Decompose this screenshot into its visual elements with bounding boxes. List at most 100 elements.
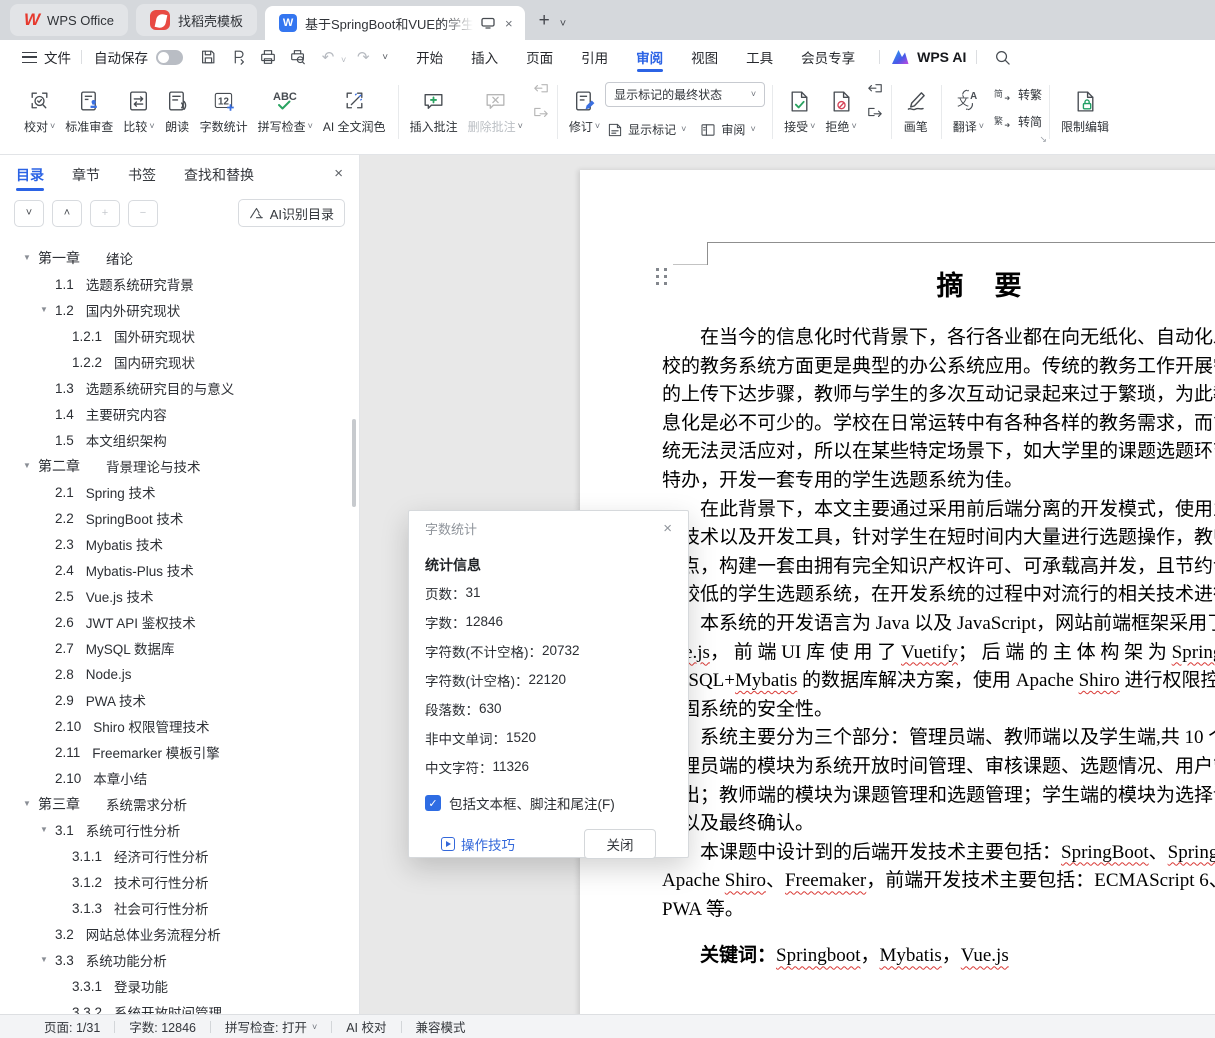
brush-button[interactable]: 画笔 xyxy=(898,80,934,137)
wps-ai-menu[interactable]: WPS AI xyxy=(890,49,966,65)
autosave-toggle[interactable] xyxy=(156,50,183,65)
sidebar-tab-目录[interactable]: 目录 xyxy=(16,155,44,195)
include-footnotes-row[interactable]: ✓ 包括文本框、脚注和尾注(F) xyxy=(425,793,672,813)
standard-review-button[interactable]: 标准审查 xyxy=(60,80,118,137)
reject-button[interactable]: 拒绝˅ xyxy=(820,80,861,137)
menu-tab-引用[interactable]: 引用 xyxy=(567,40,622,74)
new-tab-button[interactable]: + xyxy=(539,10,550,32)
sidebar-tab-查找和替换[interactable]: 查找和替换 xyxy=(184,155,254,195)
outline-item[interactable]: 2.4Mybatis-Plus 技术 xyxy=(0,557,359,583)
outline-item[interactable]: 2.5Vue.js 技术 xyxy=(0,583,359,609)
outline-item[interactable]: ▼3.3系统功能分析 xyxy=(0,947,359,973)
outline-item[interactable]: 2.3Mybatis 技术 xyxy=(0,531,359,557)
expand-triangle-icon[interactable]: ▼ xyxy=(23,799,31,808)
next-change-button[interactable] xyxy=(866,104,884,120)
outline-item[interactable]: 3.3.2系统开放时间管理 xyxy=(0,999,359,1014)
dialog-close-icon[interactable]: × xyxy=(663,520,672,537)
review-pane-button[interactable]: 审阅˅ xyxy=(700,121,755,138)
outline-item[interactable]: 2.2SpringBoot 技术 xyxy=(0,505,359,531)
checkbox-checked-icon[interactable]: ✓ xyxy=(425,795,441,811)
outline-item[interactable]: 2.1Spring 技术 xyxy=(0,479,359,505)
menu-tab-审阅[interactable]: 审阅 xyxy=(622,40,677,74)
track-changes-button[interactable]: 修订˅ xyxy=(564,80,605,137)
file-menu[interactable]: 文件 xyxy=(44,47,71,67)
previous-change-button[interactable] xyxy=(866,82,884,98)
translate-button[interactable]: 文A 翻译˅ xyxy=(948,80,989,137)
expand-all-button[interactable]: ˄ xyxy=(52,200,82,227)
sidebar-tab-章节[interactable]: 章节 xyxy=(72,155,100,195)
insert-comment-button[interactable]: 插入批注 xyxy=(405,80,463,137)
print-button[interactable] xyxy=(255,45,281,69)
markup-state-select[interactable]: 显示标记的最终状态 ˅ xyxy=(605,82,765,107)
outline-item[interactable]: 1.2.2国内研究现状 xyxy=(0,349,359,375)
status-item[interactable]: 字数: 12846 xyxy=(115,1017,210,1036)
save-button[interactable] xyxy=(195,45,221,69)
quickbar-chevron-icon[interactable]: ˅ xyxy=(382,52,388,63)
outline-item[interactable]: 3.2网站总体业务流程分析 xyxy=(0,921,359,947)
spell-check-button[interactable]: ABC 拼写检查˅ xyxy=(253,80,318,137)
hamburger-menu-icon[interactable] xyxy=(22,52,37,63)
tab-document[interactable]: W 基于SpringBoot和VUE的学生 × xyxy=(265,6,525,40)
status-item[interactable]: AI 校对 xyxy=(332,1017,400,1036)
read-aloud-button[interactable]: 朗读 xyxy=(160,80,195,137)
to-simplified-button[interactable]: 繁 转简 xyxy=(993,113,1042,130)
status-item[interactable]: 页面: 1/31 xyxy=(30,1017,114,1036)
sidebar-close-icon[interactable]: × xyxy=(334,165,343,182)
status-item[interactable]: 兼容模式 xyxy=(402,1017,480,1036)
outline-item[interactable]: ▼第一章绪论 xyxy=(0,245,359,271)
collapse-all-button[interactable]: ˅ xyxy=(14,200,44,227)
export-pdf-button[interactable] xyxy=(225,45,251,69)
outline-item[interactable]: ▼第二章背景理论与技术 xyxy=(0,453,359,479)
to-traditional-button[interactable]: 简 转繁 xyxy=(993,86,1042,103)
word-count-button[interactable]: 12 字数统计 xyxy=(195,80,253,137)
outline-item[interactable]: 2.11Freemarker 模板引擎 xyxy=(0,739,359,765)
outline-item[interactable]: 2.9PWA 技术 xyxy=(0,687,359,713)
tab-list-chevron-icon[interactable]: ˅ xyxy=(560,18,566,30)
outline-item[interactable]: ▼3.1系统可行性分析 xyxy=(0,817,359,843)
search-icon[interactable] xyxy=(989,45,1015,69)
sidebar-scrollbar[interactable] xyxy=(352,419,356,507)
ai-recognize-toc-button[interactable]: AI识别目录 xyxy=(238,199,345,227)
group-expand-icon[interactable]: ↘ xyxy=(1039,134,1047,145)
outline-item[interactable]: 3.1.1经济可行性分析 xyxy=(0,843,359,869)
outline-item[interactable]: 1.4主要研究内容 xyxy=(0,401,359,427)
expand-triangle-icon[interactable]: ▼ xyxy=(40,825,48,834)
outline-item[interactable]: ▼第三章系统需求分析 xyxy=(0,791,359,817)
outline-item[interactable]: 3.3.1登录功能 xyxy=(0,973,359,999)
expand-triangle-icon[interactable]: ▼ xyxy=(40,305,48,314)
restrict-edit-button[interactable]: 限制编辑 xyxy=(1056,80,1114,137)
tips-link[interactable]: 操作技巧 xyxy=(441,834,515,854)
outline-item[interactable]: 2.6JWT API 鉴权技术 xyxy=(0,609,359,635)
show-markup-button[interactable]: 显示标记˅ xyxy=(607,121,686,138)
outline-item[interactable]: 1.1选题系统研究背景 xyxy=(0,271,359,297)
expand-triangle-icon[interactable]: ▼ xyxy=(40,955,48,964)
menu-tab-会员专享[interactable]: 会员专享 xyxy=(787,40,869,74)
menu-tab-开始[interactable]: 开始 xyxy=(402,40,457,74)
outline-item[interactable]: 3.1.2技术可行性分析 xyxy=(0,869,359,895)
outline-item[interactable]: 3.1.3社会可行性分析 xyxy=(0,895,359,921)
outline-item[interactable]: 1.5本文组织架构 xyxy=(0,427,359,453)
outline-item[interactable]: 1.3选题系统研究目的与意义 xyxy=(0,375,359,401)
tab-docer[interactable]: 找稻壳模板 xyxy=(136,4,257,36)
tab-wps-home[interactable]: W WPS Office xyxy=(10,4,128,36)
outline-item[interactable]: 2.8Node.js xyxy=(0,661,359,687)
menu-tab-页面[interactable]: 页面 xyxy=(512,40,567,74)
close-tab-icon[interactable]: × xyxy=(503,16,515,31)
menu-tab-工具[interactable]: 工具 xyxy=(732,40,787,74)
outline-item[interactable]: ▼1.2国内外研究现状 xyxy=(0,297,359,323)
sidebar-tab-书签[interactable]: 书签 xyxy=(128,155,156,195)
status-item[interactable]: 拼写检查: 打开˅ xyxy=(211,1017,331,1036)
accept-button[interactable]: 接受˅ xyxy=(779,80,820,137)
compare-button[interactable]: 比较˅ xyxy=(118,80,159,137)
menu-tab-视图[interactable]: 视图 xyxy=(677,40,732,74)
expand-triangle-icon[interactable]: ▼ xyxy=(23,253,31,262)
proofread-button[interactable]: 校对˅ xyxy=(19,80,60,137)
outline-item[interactable]: 2.10Shiro 权限管理技术 xyxy=(0,713,359,739)
outline-item[interactable]: 1.2.1国外研究现状 xyxy=(0,323,359,349)
menu-tab-插入[interactable]: 插入 xyxy=(457,40,512,74)
outline-item[interactable]: 2.7MySQL 数据库 xyxy=(0,635,359,661)
expand-triangle-icon[interactable]: ▼ xyxy=(23,461,31,470)
outline-item[interactable]: 2.10本章小结 xyxy=(0,765,359,791)
ai-polish-button[interactable]: AI 全文润色 xyxy=(318,80,391,137)
print-preview-button[interactable] xyxy=(285,45,311,69)
